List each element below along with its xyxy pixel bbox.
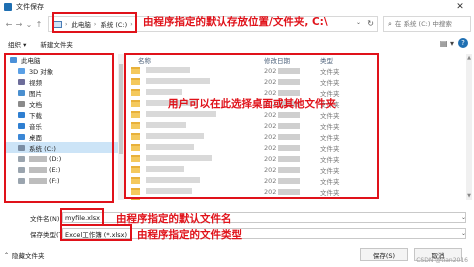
annotation-box-location <box>52 12 137 33</box>
redacted-text <box>278 199 301 200</box>
annotation-choose: 用户可以在此选择桌面或其他文件夹 <box>168 98 336 110</box>
annotation-box-filelist <box>124 53 379 199</box>
back-arrow-icon[interactable]: ← <box>4 17 14 31</box>
annotation-filetype: 由程序指定的文件类型 <box>137 229 242 241</box>
annotation-box-navpane <box>4 53 114 203</box>
new-folder-button[interactable]: 新建文件夹 <box>40 39 73 49</box>
filename-label: 文件名(N): <box>30 214 62 223</box>
annotation-filename: 由程序指定的默认文件名 <box>116 213 232 225</box>
recent-locations-icon[interactable]: ⌄ <box>24 17 34 31</box>
window-title: 文件保存 <box>16 3 44 11</box>
address-dropdown-icon[interactable]: ⌄ <box>356 19 361 26</box>
folder-icon <box>131 199 140 200</box>
refresh-icon[interactable]: ↻ <box>367 19 374 28</box>
filename-dropdown-icon[interactable]: ⌄ <box>461 214 466 221</box>
app-icon <box>4 3 12 11</box>
save-button[interactable]: 保存(S) <box>360 248 408 261</box>
up-arrow-icon[interactable]: ↑ <box>34 17 44 31</box>
help-icon[interactable]: ? <box>458 38 468 48</box>
annotation-location: 由程序指定的默认存放位置/文件夹, C:\ <box>143 16 328 28</box>
search-icon: ⌕ <box>388 19 392 28</box>
scrollbar-thumb[interactable] <box>119 64 123 154</box>
hide-folders-label: 隐藏文件夹 <box>12 252 45 260</box>
watermark: CSDN @tian2016 <box>416 257 468 264</box>
view-options-icon[interactable]: ▤ ▾ <box>440 39 454 48</box>
forward-arrow-icon[interactable]: → <box>14 17 24 31</box>
scroll-down-icon[interactable]: ▼ <box>466 193 472 199</box>
search-box[interactable]: ⌕ <box>383 16 471 32</box>
file-list-scrollbar[interactable]: ▲ ▼ <box>466 54 472 200</box>
annotation-box-filetype <box>60 224 132 241</box>
close-button[interactable]: ✕ <box>446 0 474 14</box>
search-input[interactable] <box>394 20 465 28</box>
toolbar: 组织 ▾ 新建文件夹 ▤ ▾ ? <box>0 36 474 52</box>
hide-folders-toggle[interactable]: ⌃ 隐藏文件夹 <box>4 250 45 261</box>
scroll-up-icon[interactable]: ▲ <box>466 55 472 61</box>
organize-menu[interactable]: 组织 ▾ <box>8 39 26 49</box>
chevron-up-icon: ⌃ <box>4 251 10 259</box>
filetype-dropdown-icon[interactable]: ⌄ <box>461 230 466 237</box>
